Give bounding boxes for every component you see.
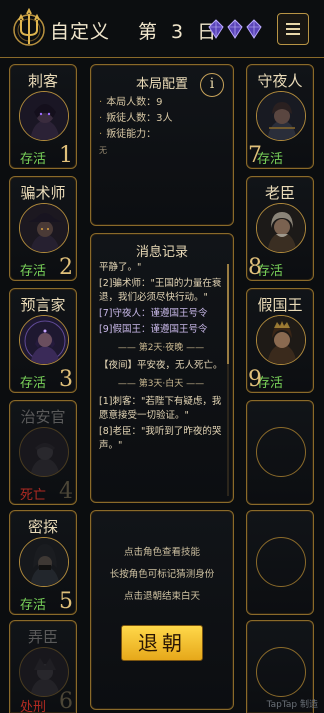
game-config-panel: 本局配置 i 本局人数：9 叛徒人数：3人 叛徒能力： 无 (90, 64, 234, 226)
status-badge: 存活 (20, 376, 47, 391)
log-entry: [8]老臣："我听到了昨夜的哭声。" (99, 426, 222, 451)
character-portrait (256, 315, 306, 365)
hint-panel: 点击角色查看技能 长按角色可标记猜测身份 点击退朝结束白天 退朝 (90, 510, 234, 710)
crystal-icon (246, 19, 262, 39)
empty-seat-card (246, 510, 314, 615)
top-bar: 自定义 第 3 日 (0, 0, 324, 58)
role-name: 密探 (27, 518, 58, 536)
player-card-6[interactable]: 弄臣 处刑 6 (9, 620, 77, 713)
hamburger-icon (286, 23, 300, 25)
empty-seat-ring (256, 647, 306, 697)
hint-text: 点击角色查看技能 (123, 547, 200, 558)
empty-seat-card (246, 400, 314, 505)
player-card-3[interactable]: 预言家 存活 3 (9, 288, 77, 393)
player-card-9[interactable]: 假国王 存活 9 (246, 288, 314, 393)
status-badge: 死亡 (20, 488, 47, 503)
character-portrait (256, 203, 306, 253)
player-card-8[interactable]: 老臣 存活 8 (246, 176, 314, 281)
config-list: 本局人数：9 叛徒人数：3人 叛徒能力： (99, 95, 173, 143)
log-entry: [9]假国王：谨遵国王号令 (99, 324, 208, 335)
player-card-5[interactable]: 密探 存活 5 (9, 510, 77, 615)
log-entry: 平静了。" (99, 262, 142, 273)
seat-number: 7 (248, 143, 262, 168)
empty-seat-ring (256, 427, 306, 477)
traitor-abilities-value: 无 (99, 146, 107, 155)
gem-counter (208, 19, 262, 39)
message-log-panel[interactable]: 消息记录 平静了。" [2]骗术师："王国的力量在衰退，我们必须尽快行动。" [… (90, 233, 234, 503)
role-name: 刺客 (27, 72, 58, 90)
role-name: 老臣 (264, 184, 295, 202)
seat-number: 2 (59, 255, 73, 280)
player-card-1[interactable]: 刺客 存活 1 (9, 64, 77, 169)
menu-button[interactable] (277, 13, 309, 45)
role-name: 守夜人 (257, 72, 303, 90)
seat-number: 5 (59, 589, 73, 614)
info-button[interactable]: i (200, 73, 224, 97)
seat-number: 3 (59, 367, 73, 392)
game-mode-title: 自定义 (50, 21, 111, 43)
role-name: 骗术师 (20, 184, 66, 202)
config-row: 叛徒能力： (99, 127, 173, 143)
log-messages: 平静了。" [2]骗术师："王国的力量在衰退，我们必须尽快行动。" [7]守夜人… (99, 261, 223, 455)
player-card-4[interactable]: 治安官 死亡 4 (9, 400, 77, 505)
seat-number: 1 (59, 143, 73, 168)
log-entry: [7]守夜人：谨遵国王号令 (99, 308, 208, 319)
watermark: TapTap 制造 (266, 700, 318, 710)
day-divider: —— 第3天·白天 —— (117, 379, 205, 389)
empty-seat-ring (256, 537, 306, 587)
log-scrollbar-thumb[interactable] (227, 264, 229, 364)
role-name: 预言家 (20, 296, 66, 314)
status-badge: 存活 (20, 598, 47, 613)
log-entry: 【夜间】平安夜，无人死亡。 (99, 360, 223, 371)
log-entry: [2]骗术师："王国的力量在衰退，我们必须尽快行动。" (99, 278, 222, 303)
character-portrait (256, 91, 306, 141)
character-portrait (19, 427, 69, 477)
config-row: 本局人数：9 (99, 95, 173, 111)
character-portrait (19, 203, 69, 253)
player-card-2[interactable]: 骗术师 存活 2 (9, 176, 77, 281)
seat-number: 4 (59, 479, 73, 504)
player-card-7[interactable]: 守夜人 存活 7 (246, 64, 314, 169)
status-badge: 存活 (20, 264, 47, 279)
seat-number: 8 (248, 255, 262, 280)
seat-number: 6 (59, 689, 73, 713)
character-portrait (19, 537, 69, 587)
config-row: 叛徒人数：3人 (99, 111, 172, 127)
day-divider: —— 第2天·夜晚 —— (117, 343, 205, 353)
status-badge: 存活 (20, 152, 47, 167)
role-name: 假国王 (257, 296, 303, 314)
status-badge: 处刑 (20, 700, 47, 713)
end-day-button[interactable]: 退朝 (121, 625, 203, 661)
crystal-icon (208, 19, 224, 39)
log-title: 消息记录 (135, 245, 188, 260)
character-portrait (19, 91, 69, 141)
log-entry: [1]刺客："若陛下有疑虑，我愿意接受一切验证。" (99, 396, 222, 421)
character-portrait (19, 315, 69, 365)
trident-crest-icon (13, 8, 45, 46)
seat-number: 9 (248, 367, 262, 392)
role-name: 治安官 (20, 408, 66, 426)
crystal-icon (227, 19, 243, 39)
hint-text: 长按角色可标记猜测身份 (109, 569, 215, 580)
hint-text: 点击退朝结束白天 (123, 591, 200, 602)
role-name: 弄臣 (27, 628, 58, 646)
